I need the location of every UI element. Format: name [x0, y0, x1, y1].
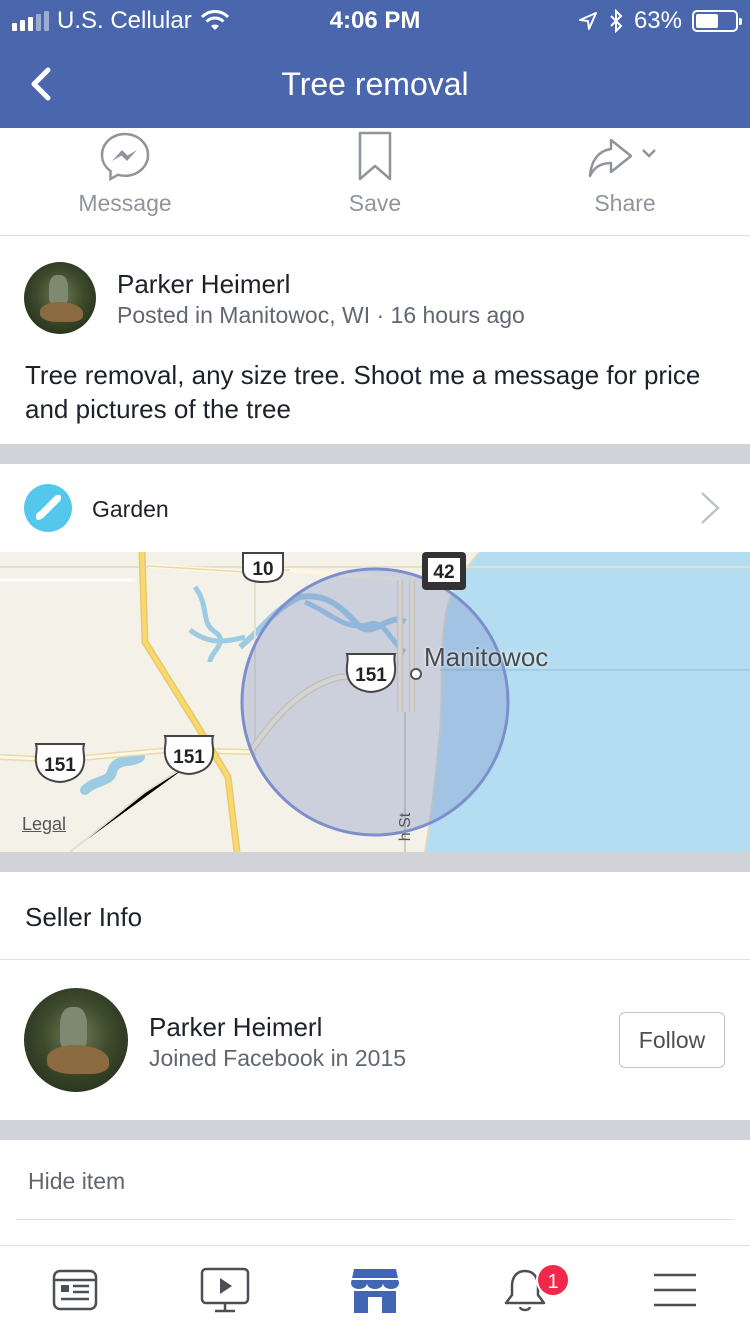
section-divider: [0, 852, 750, 872]
section-divider: [0, 1120, 750, 1140]
map-graphic: 10 42 151 151 151: [0, 552, 750, 852]
post-meta: Posted in Manitowoc, WI · 16 hours ago: [117, 302, 525, 328]
notification-badge: 1: [536, 1263, 570, 1297]
message-button[interactable]: Message: [0, 128, 250, 235]
category-row[interactable]: Garden: [0, 464, 750, 552]
share-button[interactable]: Share: [500, 128, 750, 235]
battery-percent: 63%: [633, 7, 682, 34]
seller-joined: Joined Facebook in 2015: [149, 1045, 407, 1071]
tab-marketplace[interactable]: [300, 1246, 450, 1334]
map-city-label: Manitowoc: [424, 642, 549, 672]
tab-news-feed[interactable]: [0, 1246, 150, 1334]
bookmark-icon: [358, 131, 392, 181]
hide-item-row[interactable]: Hide item: [0, 1140, 750, 1220]
save-label: Save: [348, 190, 402, 216]
marketplace-icon: [351, 1269, 399, 1313]
location-icon: [578, 12, 597, 30]
author-avatar[interactable]: [24, 262, 96, 334]
tab-notifications[interactable]: 1: [450, 1246, 600, 1334]
news-feed-icon: [52, 1269, 98, 1311]
shield-151-city-label: 151: [355, 665, 387, 686]
route-shield-151-city: 151: [345, 653, 397, 694]
shovel-icon: [24, 484, 72, 532]
messenger-icon: [100, 132, 150, 182]
save-button[interactable]: Save: [250, 128, 500, 235]
page-title: Tree removal: [281, 66, 469, 102]
bottom-tab-bar: 1: [0, 1245, 750, 1334]
shield-42-label: 42: [433, 562, 454, 583]
follow-button[interactable]: Follow: [619, 1012, 725, 1068]
seller-avatar[interactable]: [24, 988, 128, 1092]
shield-151-west-label: 151: [44, 755, 76, 776]
route-shield-151-mid: 151: [163, 735, 215, 776]
video-icon: [200, 1267, 250, 1313]
chevron-right-icon: [701, 492, 720, 524]
status-right: 63%: [578, 7, 742, 35]
status-bar: U.S. Cellular 4:06 PM 63%: [0, 0, 750, 40]
route-shield-151-west: 151: [34, 743, 86, 784]
share-icon: [588, 138, 656, 178]
section-divider: [0, 444, 750, 464]
shield-151-mid-label: 151: [173, 747, 205, 768]
seller-info-title: Seller Info: [25, 902, 143, 932]
post-description: Tree removal, any size tree. Shoot me a …: [25, 360, 701, 424]
row-divider: [16, 1219, 734, 1220]
location-map[interactable]: 10 42 151 151 151 Manitowoc h St Legal: [0, 552, 750, 852]
author-name[interactable]: Parker Heimerl: [117, 269, 290, 300]
shield-10-label: 10: [252, 559, 273, 580]
seller-card: Parker Heimerl Joined Facebook in 2015 F…: [0, 960, 750, 1120]
tab-menu[interactable]: [600, 1246, 750, 1334]
tab-watch[interactable]: [150, 1246, 300, 1334]
route-shield-10: 10: [242, 552, 284, 584]
share-label: Share: [594, 190, 656, 216]
route-shield-42: 42: [422, 552, 466, 590]
menu-icon: [654, 1273, 696, 1307]
navigation-bar: Tree removal: [0, 40, 750, 128]
action-row: Message Save Share: [0, 128, 750, 236]
bluetooth-icon: [610, 9, 623, 33]
map-legal-link[interactable]: Legal: [22, 814, 66, 835]
category-label: Garden: [92, 496, 169, 522]
message-label: Message: [78, 190, 172, 216]
seller-info-header: Seller Info: [0, 872, 750, 960]
seller-name[interactable]: Parker Heimerl: [149, 1012, 322, 1043]
listing-post: Parker Heimerl Posted in Manitowoc, WI ·…: [0, 236, 750, 444]
battery-icon: [692, 10, 742, 32]
hide-item-label: Hide item: [28, 1168, 126, 1194]
map-street-label: h St: [397, 812, 415, 842]
